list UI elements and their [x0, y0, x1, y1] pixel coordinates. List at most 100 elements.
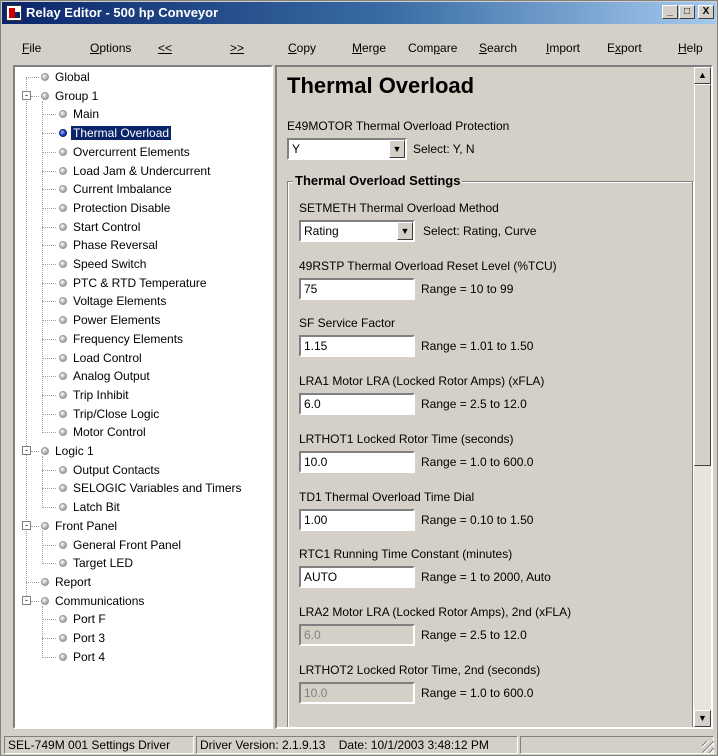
- tree-item-label: Communications: [55, 593, 145, 608]
- node-icon: [59, 316, 67, 325]
- menu-item[interactable]: Export: [607, 41, 642, 55]
- e49motor-hint: Select: Y, N: [413, 142, 475, 156]
- setting-value: 75: [304, 281, 318, 296]
- title-bar[interactable]: Relay Editor - 500 hp Conveyor _ □ X: [2, 2, 716, 24]
- tree-item-label: Logic 1: [55, 444, 94, 458]
- tree-item[interactable]: Phase Reversal: [15, 237, 271, 255]
- node-icon: [41, 521, 49, 530]
- tree-item[interactable]: Power Elements: [15, 312, 271, 330]
- close-button[interactable]: X: [698, 5, 714, 19]
- menu-accelerator: S: [479, 41, 488, 55]
- setting-label: TD1 Thermal Overload Time Dial: [299, 489, 475, 504]
- tree-item-label: Target LED: [73, 556, 134, 571]
- menu-item[interactable]: File: [22, 41, 41, 55]
- setting-input[interactable]: 6.0: [299, 393, 415, 416]
- tree-item[interactable]: Analog Output: [15, 368, 271, 386]
- menu-item[interactable]: Copy: [288, 41, 316, 55]
- tree-item[interactable]: Port 4: [15, 649, 271, 667]
- tree-item-label: Start Control: [73, 219, 141, 234]
- tree-item[interactable]: Thermal Overload: [15, 125, 271, 143]
- tree-item[interactable]: SELOGIC Variables and Timers: [15, 480, 271, 498]
- tree-item[interactable]: Trip Inhibit: [15, 387, 271, 405]
- tree-item[interactable]: - Communications: [15, 593, 271, 611]
- setting-select[interactable]: Rating ▼: [299, 220, 415, 242]
- scroll-thumb[interactable]: [694, 84, 711, 466]
- node-icon: [59, 129, 67, 138]
- setting-hint: Range = 2.5 to 12.0: [421, 397, 527, 412]
- menu-item[interactable]: Help: [678, 41, 703, 55]
- tree-item[interactable]: Start Control: [15, 219, 271, 237]
- tree-item[interactable]: - Logic 1: [15, 443, 271, 461]
- chevron-down-icon[interactable]: ▼: [389, 140, 405, 158]
- tree-item[interactable]: Motor Control: [15, 424, 271, 442]
- menu-accelerator: O: [90, 41, 100, 55]
- setting-input[interactable]: 10.0: [299, 450, 415, 473]
- collapse-icon[interactable]: -: [22, 90, 31, 100]
- collapse-icon[interactable]: -: [22, 595, 31, 605]
- tree-item[interactable]: - Group 1: [15, 88, 271, 106]
- arrow-up-icon[interactable]: ▲: [694, 67, 711, 84]
- menu-item[interactable]: Options: [90, 41, 131, 55]
- resize-grip-icon[interactable]: [702, 741, 714, 753]
- tree-item-label: Frequency Elements: [73, 331, 184, 346]
- tree-item[interactable]: Main: [15, 106, 271, 124]
- tree-item[interactable]: Target LED: [15, 555, 271, 573]
- page-title: Thermal Overload: [287, 73, 475, 98]
- tree-item[interactable]: PTC & RTD Temperature: [15, 275, 271, 293]
- group-title: Thermal Overload Settings: [293, 173, 463, 188]
- node-icon: [41, 447, 49, 455]
- tree-item[interactable]: Report: [15, 574, 271, 592]
- setting-value: Rating: [304, 224, 339, 238]
- settings-panel: Thermal Overload E49MOTOR Thermal Overlo…: [275, 65, 713, 729]
- e49motor-select[interactable]: Y ▼: [287, 138, 407, 160]
- vertical-scrollbar[interactable]: ▲ ▼: [694, 67, 711, 727]
- menu-text: erge: [362, 41, 387, 55]
- menu-accelerator: C: [288, 41, 297, 55]
- setting-input[interactable]: AUTO: [299, 566, 415, 589]
- tree-item-label: Thermal Overload: [71, 126, 172, 141]
- maximize-button[interactable]: □: [679, 5, 695, 19]
- tree-item[interactable]: Trip/Close Logic: [15, 406, 271, 424]
- setting-input[interactable]: 1.15: [299, 335, 415, 358]
- node-icon: [59, 634, 67, 642]
- setting-label: LRA1 Motor LRA (Locked Rotor Amps) (xFLA…: [299, 374, 545, 389]
- tree-item[interactable]: Global: [15, 69, 271, 87]
- tree-item-label: Report: [55, 574, 92, 589]
- node-icon: [59, 278, 67, 287]
- tree-item[interactable]: Load Control: [15, 350, 271, 368]
- tree-item[interactable]: Load Jam & Undercurrent: [15, 163, 271, 181]
- tree-item[interactable]: General Front Panel: [15, 537, 271, 555]
- tree-item[interactable]: Current Imbalance: [15, 181, 271, 199]
- setting-value: 10.0: [304, 454, 328, 469]
- tree-item[interactable]: - Front Panel: [15, 518, 271, 536]
- tree-item[interactable]: Frequency Elements: [15, 331, 271, 349]
- settings-tree[interactable]: Global - Group 1 Main Thermal Overload Overcu…: [13, 65, 273, 729]
- tree-item[interactable]: Output Contacts: [15, 462, 271, 480]
- arrow-down-icon[interactable]: ▼: [694, 710, 711, 727]
- status-driver: SEL-749M 001 Settings Driver: [4, 736, 194, 754]
- collapse-icon[interactable]: -: [22, 446, 31, 455]
- tree-item[interactable]: Protection Disable: [15, 200, 271, 218]
- tree-item[interactable]: Latch Bit: [15, 499, 271, 517]
- minimize-button[interactable]: _: [662, 5, 678, 19]
- setting-value: AUTO: [304, 570, 338, 585]
- tree-item-label: Current Imbalance: [73, 182, 172, 197]
- tree-item[interactable]: Speed Switch: [15, 256, 271, 274]
- menu-item[interactable]: Merge: [352, 41, 386, 55]
- tree-item[interactable]: Voltage Elements: [15, 293, 271, 311]
- setting-input[interactable]: 75: [299, 277, 415, 300]
- setting-input[interactable]: 1.00: [299, 508, 415, 531]
- menu-item[interactable]: >>: [230, 41, 244, 55]
- menu-item[interactable]: Compare: [408, 41, 457, 55]
- chevron-down-icon[interactable]: ▼: [397, 222, 413, 240]
- tree-item[interactable]: Port 3: [15, 630, 271, 648]
- menu-text: are: [440, 41, 458, 55]
- tree-item-label: Trip Inhibit: [73, 387, 129, 402]
- collapse-icon[interactable]: -: [22, 520, 31, 530]
- menu-item[interactable]: Import: [546, 41, 580, 55]
- tree-item[interactable]: Overcurrent Elements: [15, 144, 271, 162]
- setting-label: SF Service Factor: [299, 316, 396, 331]
- tree-item[interactable]: Port F: [15, 611, 271, 629]
- menu-item[interactable]: Search: [479, 41, 517, 55]
- menu-item[interactable]: <<: [158, 41, 172, 55]
